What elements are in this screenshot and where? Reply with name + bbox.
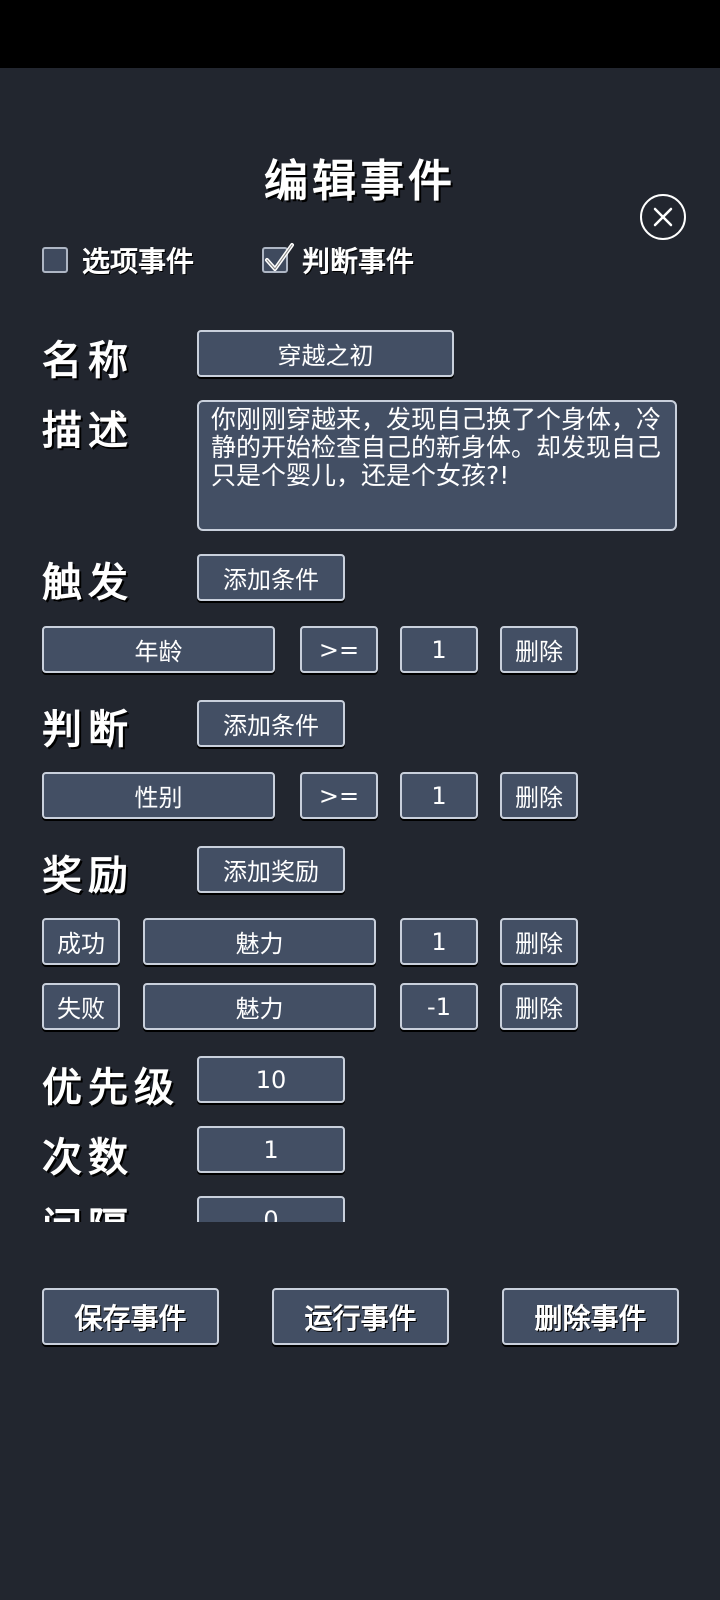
save-event-button[interactable]: 保存事件: [42, 1288, 219, 1345]
judge-value-input[interactable]: 1: [400, 772, 478, 819]
trigger-value-input[interactable]: 1: [400, 626, 478, 673]
reward-fail-delete-button[interactable]: 删除: [500, 983, 578, 1030]
trigger-attribute-select[interactable]: 年龄: [42, 626, 275, 673]
judge-attribute-select[interactable]: 性别: [42, 772, 275, 819]
reward-success-type[interactable]: 成功: [42, 918, 120, 965]
priority-label: 优先级: [42, 1065, 180, 1111]
reward-success-attribute-select[interactable]: 魅力: [143, 918, 376, 965]
judge-delete-button[interactable]: 删除: [500, 772, 578, 819]
reward-success-value-input[interactable]: 1: [400, 918, 478, 965]
add-reward-button[interactable]: 添加奖励: [197, 846, 345, 893]
trigger-operator-select[interactable]: >=: [300, 626, 378, 673]
add-judge-condition-button[interactable]: 添加条件: [197, 700, 345, 747]
reward-fail-attribute-select[interactable]: 魅力: [143, 983, 376, 1030]
description-input[interactable]: 你刚刚穿越来，发现自己换了个身体，冷静的开始检查自己的新身体。却发现自己只是个婴…: [197, 400, 677, 531]
reward-fail-type[interactable]: 失败: [42, 983, 120, 1030]
name-input[interactable]: 穿越之初: [197, 330, 454, 377]
run-event-button[interactable]: 运行事件: [272, 1288, 449, 1345]
name-label: 名称: [42, 338, 134, 384]
form-scroll-area[interactable]: 名称 穿越之初 描述 你刚刚穿越来，发现自己换了个身体，冷静的开始检查自己的新身…: [0, 0, 720, 1222]
trigger-delete-button[interactable]: 删除: [500, 626, 578, 673]
description-label: 描述: [42, 408, 134, 454]
trigger-label: 触发: [42, 560, 134, 606]
reward-fail-value-input[interactable]: -1: [400, 983, 478, 1030]
interval-label: 间隔: [42, 1195, 134, 1222]
judge-operator-select[interactable]: >=: [300, 772, 378, 819]
judge-label: 判断: [42, 707, 134, 753]
add-trigger-condition-button[interactable]: 添加条件: [197, 554, 345, 601]
delete-event-button[interactable]: 删除事件: [502, 1288, 679, 1345]
reward-success-delete-button[interactable]: 删除: [500, 918, 578, 965]
count-input[interactable]: 1: [197, 1126, 345, 1173]
reward-label: 奖励: [42, 853, 134, 899]
priority-input[interactable]: 10: [197, 1056, 345, 1103]
count-label: 次数: [42, 1135, 134, 1181]
interval-input[interactable]: 0: [197, 1196, 345, 1222]
